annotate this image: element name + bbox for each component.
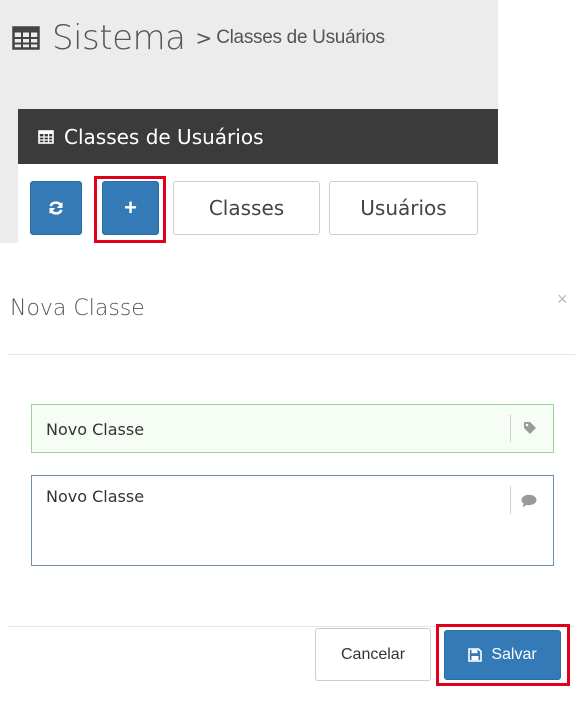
- panel-header: Classes de Usuários: [18, 109, 498, 164]
- tag-icon: [524, 422, 536, 434]
- panel-toolbar: + Classes Usuários: [18, 164, 498, 243]
- class-name-input[interactable]: Novo Classe: [46, 420, 144, 439]
- floppy-disk-icon: [468, 648, 483, 662]
- page-header-section: Sistema > Classes de Usuários Classes de…: [0, 0, 498, 243]
- tab-users-label: Usuários: [360, 196, 447, 220]
- input-addon-divider: [510, 486, 511, 514]
- cancel-button[interactable]: Cancelar: [315, 628, 431, 681]
- add-button-label: +: [124, 195, 137, 220]
- table-icon: [38, 129, 54, 144]
- modal-title: Nova Classe: [10, 296, 145, 321]
- input-addon-divider: [510, 415, 511, 442]
- add-button[interactable]: +: [102, 181, 159, 235]
- refresh-icon: [49, 201, 63, 215]
- table-icon: [12, 26, 40, 50]
- tab-classes[interactable]: Classes: [173, 181, 320, 235]
- comment-icon: [521, 494, 537, 508]
- refresh-button[interactable]: [30, 181, 82, 235]
- cancel-button-label: Cancelar: [340, 645, 406, 663]
- modal-header-divider: [8, 354, 575, 355]
- class-name-field[interactable]: Novo Classe: [31, 404, 554, 453]
- save-button-label: Salvar: [491, 646, 537, 663]
- breadcrumb-separator: >: [195, 26, 213, 50]
- panel-title: Classes de Usuários: [64, 124, 264, 149]
- page-title: Sistema: [52, 18, 186, 58]
- save-button[interactable]: Salvar: [444, 630, 561, 680]
- modal-footer-divider: [8, 626, 575, 627]
- class-description-field[interactable]: Novo Classe: [31, 475, 554, 566]
- tab-classes-label: Classes: [208, 196, 285, 220]
- page-title-row: Sistema > Classes de Usuários: [12, 14, 385, 62]
- tab-users[interactable]: Usuários: [329, 181, 478, 235]
- close-icon[interactable]: ×: [557, 289, 568, 310]
- breadcrumb-current: Classes de Usuários: [216, 27, 385, 48]
- class-description-input[interactable]: Novo Classe: [46, 487, 144, 506]
